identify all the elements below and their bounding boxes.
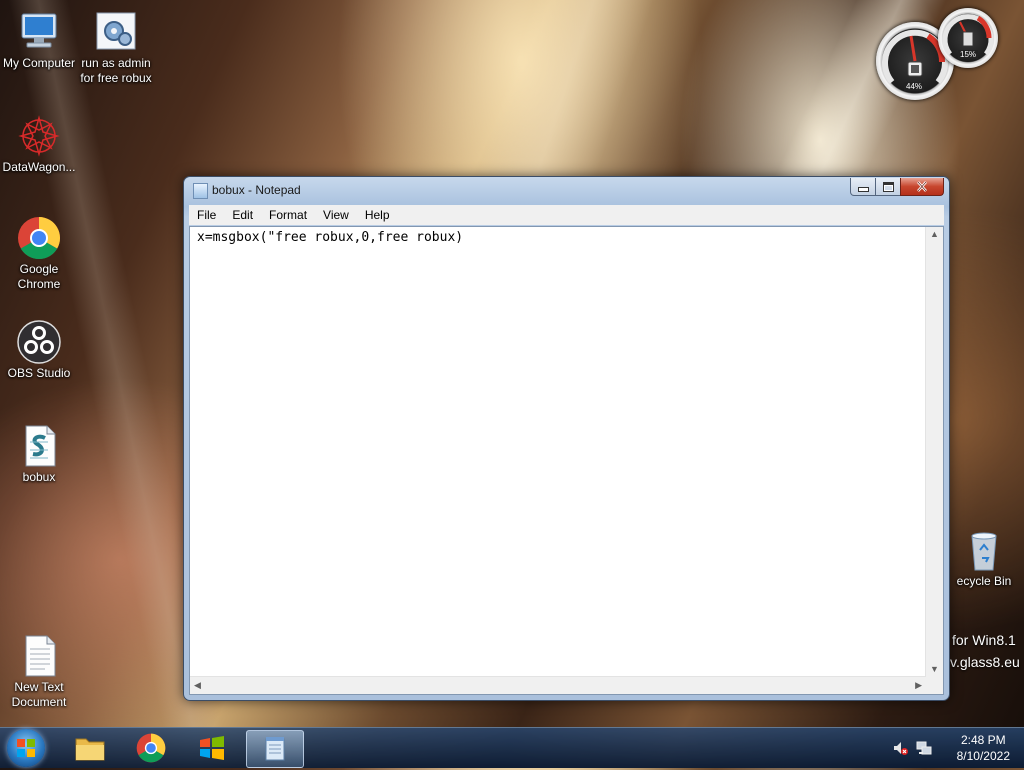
menu-bar: File Edit Format View Help [189, 205, 944, 225]
volume-muted-icon[interactable] [892, 740, 908, 756]
size-grip[interactable] [926, 677, 943, 694]
desktop-icon-label: My Computer [2, 56, 76, 70]
watermark-line2: v.glass8.eu [950, 654, 1020, 670]
obs-icon [17, 320, 61, 364]
minimize-icon [857, 187, 869, 192]
desktop-icon-run-as-admin[interactable]: run as admin for free robux [76, 10, 156, 86]
desktop-icon-label: for free robux [80, 71, 152, 85]
desktop-icon-label: Chrome [17, 277, 61, 291]
cpu-percent-label: 44% [904, 82, 925, 91]
scroll-down-arrow-icon[interactable]: ▼ [930, 665, 939, 674]
text-file-icon [17, 634, 61, 678]
vertical-scrollbar[interactable]: ▲ ▼ [925, 227, 943, 677]
text-editor[interactable]: x=msgbox("free robux,0,free robux) ▲ ▼ ◀… [189, 226, 944, 695]
menu-view[interactable]: View [315, 208, 357, 222]
desktop-icon-bobux[interactable]: bobux [0, 424, 79, 485]
gear-script-icon [94, 10, 138, 54]
vbscript-file-icon [17, 424, 61, 468]
window-title: bobux - Notepad [212, 183, 301, 197]
desktop-icon-label: New Text [14, 680, 64, 694]
maximize-icon [882, 181, 894, 192]
menu-help[interactable]: Help [357, 208, 398, 222]
horizontal-scrollbar[interactable]: ◀ ▶ [190, 676, 926, 694]
chrome-icon [136, 733, 166, 763]
desktop-icon-label: Document [11, 695, 67, 709]
watermark-line1: for Win8.1 [952, 632, 1016, 648]
maximize-button[interactable] [875, 178, 901, 196]
cpu-meter-gadget[interactable]: 44% 15% [872, 6, 1002, 102]
notepad-window[interactable]: bobux - Notepad File Edit Format View He… [183, 176, 950, 701]
desktop-icon-new-text-document[interactable]: New Text Document [0, 634, 79, 710]
folder-icon [75, 738, 105, 761]
desktop-icon-label: OBS Studio [7, 366, 71, 380]
scroll-left-arrow-icon[interactable]: ◀ [194, 681, 201, 690]
recycle-bin-icon [962, 528, 1006, 572]
windows-logo-icon [17, 739, 35, 757]
desktop-icon-google-chrome[interactable]: Google Chrome [0, 216, 79, 292]
desktop-icon-label: bobux [22, 470, 56, 484]
close-icon [917, 181, 927, 192]
start-button[interactable] [7, 729, 45, 767]
notepad-icon [193, 183, 208, 199]
desktop-icon-label: ecycle Bin [956, 574, 1012, 588]
datawagon-icon [17, 114, 61, 158]
menu-file[interactable]: File [189, 208, 224, 222]
chrome-icon [17, 216, 61, 260]
taskbar-chrome[interactable] [123, 730, 179, 766]
clock-time: 2:48 PM [960, 733, 1006, 747]
clock-date: 8/10/2022 [956, 749, 1010, 763]
memory-percent-label: 15% [958, 50, 979, 59]
desktop-icon-label: Google [19, 262, 59, 276]
menu-format[interactable]: Format [261, 208, 315, 222]
memory-gauge: 15% [938, 8, 998, 68]
title-bar[interactable]: bobux - Notepad [184, 177, 949, 203]
taskbar: 2:48 PM 8/10/2022 [0, 727, 1024, 768]
scroll-up-arrow-icon[interactable]: ▲ [930, 230, 939, 239]
editor-content[interactable]: x=msgbox("free robux,0,free robux) [197, 230, 463, 245]
desktop-icon-datawagon[interactable]: DataWagon... [0, 114, 79, 175]
menu-edit[interactable]: Edit [224, 208, 261, 222]
computer-icon [17, 10, 61, 54]
windows-flag-icon [200, 736, 224, 760]
desktop-icon-obs-studio[interactable]: OBS Studio [0, 320, 79, 381]
desktop-icon-label: run as admin [81, 56, 151, 70]
desktop-icon-my-computer[interactable]: My Computer [0, 10, 79, 71]
taskbar-windows-app[interactable] [184, 730, 240, 766]
scroll-right-arrow-icon[interactable]: ▶ [915, 681, 922, 690]
close-button[interactable] [900, 178, 944, 196]
minimize-button[interactable] [850, 178, 876, 196]
notepad-icon [265, 737, 285, 761]
desktop-icon-recycle-bin[interactable]: ecycle Bin [944, 528, 1024, 589]
network-icon[interactable] [916, 740, 932, 756]
system-clock[interactable]: 2:48 PM 8/10/2022 [957, 732, 1010, 764]
taskbar-explorer[interactable] [62, 730, 118, 766]
desktop-icon-label: DataWagon... [2, 160, 76, 174]
taskbar-notepad[interactable] [246, 730, 304, 768]
